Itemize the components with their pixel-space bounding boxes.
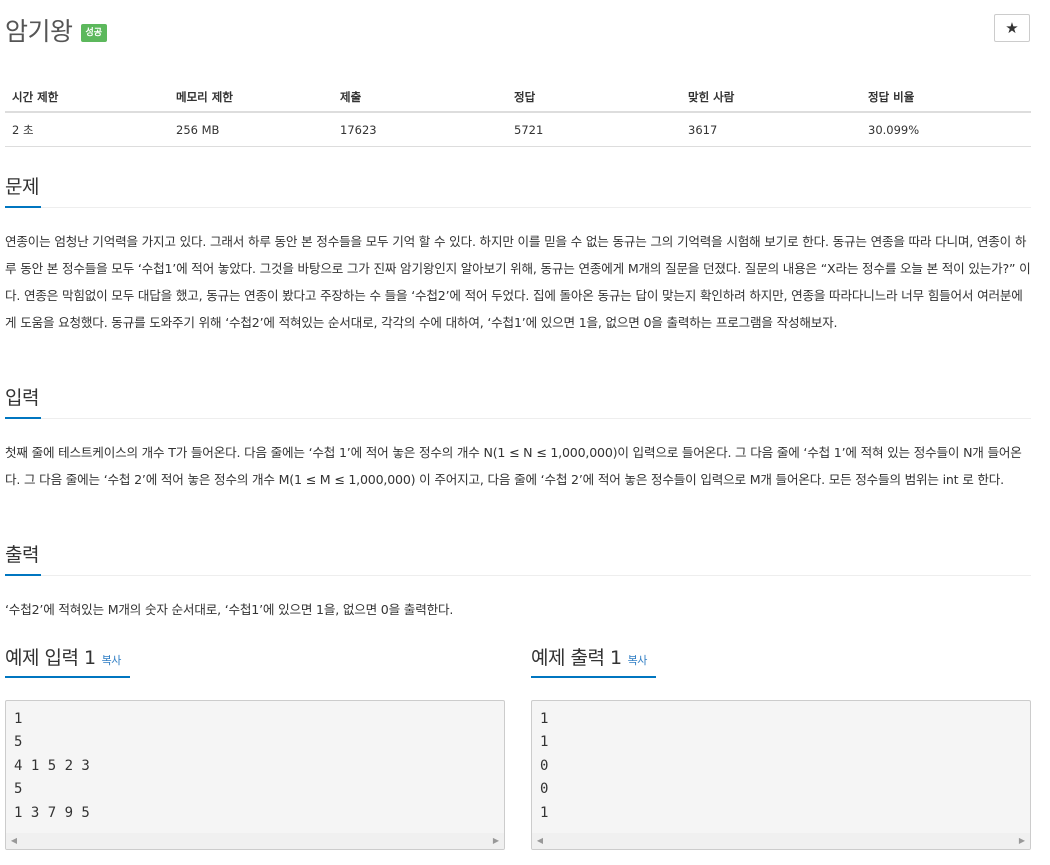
input-text: 첫째 줄에 테스트케이스의 개수 T가 들어온다. 다음 줄에는 ‘수첩 1’에… xyxy=(5,445,1022,487)
value-solvers[interactable]: 3617 xyxy=(681,112,861,147)
copy-sample-input-button[interactable]: 복사 xyxy=(102,654,122,667)
status-badge: 성공 xyxy=(80,24,108,42)
sample-output-heading: 예제 출력 1 복사 xyxy=(531,645,1031,678)
sample-input-content: 1 5 4 1 5 2 3 5 1 3 7 9 5 xyxy=(14,711,90,821)
description-section: 문제 연종이는 엄청난 기억력을 가지고 있다. 그래서 하루 동안 본 정수들… xyxy=(5,173,1031,336)
value-submissions[interactable]: 17623 xyxy=(333,112,507,147)
scroll-right-icon[interactable]: ▶ xyxy=(1014,833,1030,849)
output-text: ‘수첩2’에 적혀있는 M개의 숫자 순서대로, ‘수첩1’에 있으면 1을, … xyxy=(5,602,454,617)
sample-output-scrollbar[interactable]: ◀ ▶ xyxy=(532,833,1030,849)
output-heading-underline xyxy=(5,574,41,576)
scroll-left-icon[interactable]: ◀ xyxy=(532,833,548,849)
copy-sample-output-button[interactable]: 복사 xyxy=(628,654,648,667)
value-ratio: 30.099% xyxy=(861,112,1031,147)
output-section: 출력 ‘수첩2’에 적혀있는 M개의 숫자 순서대로, ‘수첩1’에 있으면 1… xyxy=(5,541,1031,623)
sample-output-section: 예제 출력 1 복사 1 1 0 0 1 ◀ ▶ xyxy=(531,645,1031,850)
value-memory-limit: 256 MB xyxy=(169,112,333,147)
sample-input-heading-text: 예제 입력 1 xyxy=(5,647,96,669)
info-value-row: 2 초 256 MB 17623 5721 3617 30.099% xyxy=(5,112,1031,147)
sample-output-box[interactable]: 1 1 0 0 1 ◀ ▶ xyxy=(531,700,1031,850)
sample-input-heading: 예제 입력 1 복사 xyxy=(5,645,505,678)
problem-header: 암기왕 성공 xyxy=(5,12,108,48)
description-heading-text: 문제 xyxy=(5,176,39,198)
header-ratio: 정답 비율 xyxy=(861,82,1031,113)
sample-input-heading-underline xyxy=(5,676,130,678)
description-heading-underline xyxy=(5,206,41,208)
scroll-left-icon[interactable]: ◀ xyxy=(6,833,22,849)
problem-info-table: 시간 제한 메모리 제한 제출 정답 맞힌 사람 정답 비율 2 초 256 M… xyxy=(5,82,1031,147)
output-body: ‘수첩2’에 적혀있는 M개의 숫자 순서대로, ‘수첩1’에 있으면 1을, … xyxy=(5,596,1031,623)
header-submissions: 제출 xyxy=(333,82,507,113)
output-heading: 출력 xyxy=(5,541,1031,576)
star-icon: ★ xyxy=(1005,19,1019,37)
info-header-row: 시간 제한 메모리 제한 제출 정답 맞힌 사람 정답 비율 xyxy=(5,82,1031,113)
description-text: 연종이는 엄청난 기억력을 가지고 있다. 그래서 하루 동안 본 정수들을 모… xyxy=(5,234,1031,330)
sample-output-content: 1 1 0 0 1 xyxy=(540,711,549,821)
sample-output-heading-text: 예제 출력 1 xyxy=(531,647,622,669)
header-memory-limit: 메모리 제한 xyxy=(169,82,333,113)
header-solvers: 맞힌 사람 xyxy=(681,82,861,113)
scroll-right-icon[interactable]: ▶ xyxy=(488,833,504,849)
sample-input-box[interactable]: 1 5 4 1 5 2 3 5 1 3 7 9 5 ◀ ▶ xyxy=(5,700,505,850)
output-heading-text: 출력 xyxy=(5,544,39,566)
description-heading: 문제 xyxy=(5,173,1031,208)
value-accepted: 5721 xyxy=(507,112,681,147)
sample-output-heading-underline xyxy=(531,676,656,678)
problem-title: 암기왕 xyxy=(5,17,73,46)
description-body: 연종이는 엄청난 기억력을 가지고 있다. 그래서 하루 동안 본 정수들을 모… xyxy=(5,228,1031,336)
sample-input-scrollbar[interactable]: ◀ ▶ xyxy=(6,833,504,849)
sample-input-section: 예제 입력 1 복사 1 5 4 1 5 2 3 5 1 3 7 9 5 ◀ ▶ xyxy=(5,645,505,850)
header-time-limit: 시간 제한 xyxy=(5,82,169,113)
input-heading-underline xyxy=(5,417,41,419)
value-time-limit: 2 초 xyxy=(5,112,169,147)
input-heading: 입력 xyxy=(5,384,1031,419)
star-button[interactable]: ★ xyxy=(994,14,1030,42)
input-heading-text: 입력 xyxy=(5,387,39,409)
input-body: 첫째 줄에 테스트케이스의 개수 T가 들어온다. 다음 줄에는 ‘수첩 1’에… xyxy=(5,439,1031,493)
header-accepted: 정답 xyxy=(507,82,681,113)
input-section: 입력 첫째 줄에 테스트케이스의 개수 T가 들어온다. 다음 줄에는 ‘수첩 … xyxy=(5,384,1031,493)
